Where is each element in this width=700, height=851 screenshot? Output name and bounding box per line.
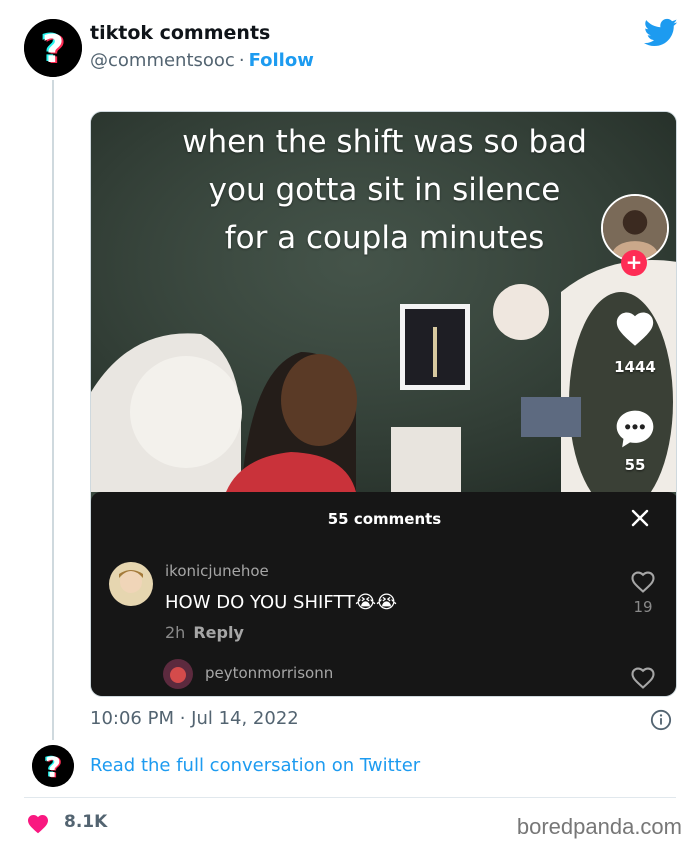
comments-sheet-title: 55 comments [327, 510, 442, 528]
commenter-avatar[interactable] [163, 659, 193, 689]
author-handle-row: @commentsooc · Follow [90, 50, 314, 71]
comment-like-icon[interactable] [629, 568, 657, 594]
commenter-avatar[interactable] [109, 562, 153, 606]
svg-text:?: ? [42, 27, 64, 71]
comment-like-count: 19 [633, 598, 653, 616]
tiktok-question-mark-icon: ? ? ? [32, 745, 74, 787]
comment-like-icon[interactable] [629, 664, 657, 690]
conversation-avatar[interactable]: ? ? ? [32, 745, 74, 787]
read-conversation-link[interactable]: Read the full conversation on Twitter [90, 755, 420, 776]
divider [24, 797, 676, 798]
tweet-like-count[interactable]: 8.1K [64, 812, 107, 832]
follow-creator-button[interactable]: + [621, 250, 647, 276]
tiktok-question-mark-icon: ? ? ? [24, 19, 82, 77]
comment-meta: 2h Reply [165, 623, 244, 642]
video-like-count: 1444 [614, 358, 656, 376]
video-caption: when the shift was so bad you gotta sit … [91, 118, 676, 262]
caption-line: when the shift was so bad [182, 124, 587, 160]
follow-button[interactable]: Follow [249, 50, 314, 71]
commenter-avatar-image [109, 562, 153, 606]
commenter-avatar-image [163, 659, 193, 689]
tiktok-video-media[interactable]: when the shift was so bad you gotta sit … [90, 111, 677, 697]
twitter-bird-icon[interactable] [644, 18, 678, 48]
comment-username[interactable]: ikonicjunehoe [165, 562, 269, 580]
caption-line: you gotta sit in silence [208, 172, 561, 208]
comments-sheet: 55 comments ikonicjunehoe HOW DO YOU SHI… [91, 492, 676, 696]
handle-separator: · [238, 50, 245, 71]
author-display-name[interactable]: tiktok comments [90, 22, 270, 44]
like-heart-icon[interactable] [26, 812, 50, 834]
tweet-timestamp[interactable]: 10:06 PM · Jul 14, 2022 [90, 708, 299, 729]
watermark: boredpanda.com [516, 814, 682, 839]
thread-line [52, 80, 54, 740]
heart-icon[interactable] [613, 307, 657, 347]
comment-bubble-icon[interactable] [613, 407, 657, 451]
comment-text: HOW DO YOU SHIFTT😭😭 [165, 592, 398, 613]
author-handle[interactable]: @commentsooc [90, 50, 235, 71]
info-icon[interactable] [650, 709, 672, 731]
comment-username[interactable]: peytonmorrisonn [205, 664, 333, 682]
caption-line: for a coupla minutes [224, 220, 545, 256]
tweet-card: ? ? ? tiktok comments @commentsooc · Follo… [0, 0, 700, 851]
close-icon[interactable] [628, 506, 652, 530]
video-comment-count: 55 [624, 456, 646, 474]
comment-reply-button[interactable]: Reply [193, 623, 244, 642]
svg-text:?: ? [45, 751, 61, 784]
author-avatar[interactable]: ? ? ? [24, 19, 82, 77]
comment-time: 2h [165, 623, 186, 642]
